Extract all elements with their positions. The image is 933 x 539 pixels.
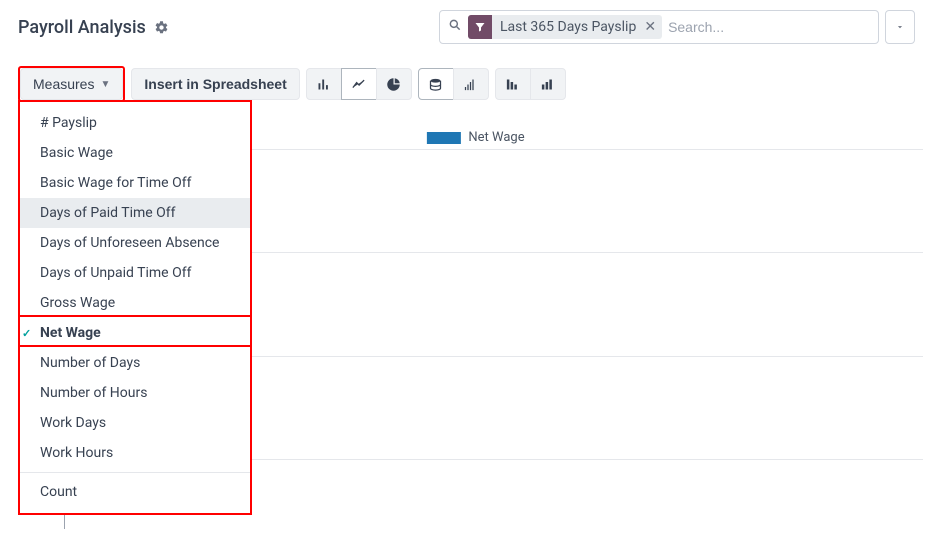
close-icon[interactable]: ✕: [644, 19, 662, 35]
measure-option-label: Work Days: [34, 415, 106, 431]
measures-label: Measures: [33, 76, 94, 92]
measure-option-label: Basic Wage: [34, 145, 113, 161]
chart-legend[interactable]: Net Wage: [426, 130, 524, 145]
title-wrap: Payroll Analysis: [18, 17, 169, 38]
measures-button[interactable]: Measures ▼: [20, 68, 123, 100]
measure-option[interactable]: Number of Days: [20, 348, 250, 378]
measure-option[interactable]: Basic Wage for Time Off: [20, 168, 250, 198]
search-options-button[interactable]: [885, 10, 915, 44]
filter-chip: Last 365 Days Payslip ✕: [468, 15, 662, 39]
measure-option[interactable]: Days of Paid Time Off: [20, 198, 250, 228]
gear-icon[interactable]: [154, 20, 169, 35]
legend-swatch: [426, 132, 460, 144]
measure-option-label: Work Hours: [34, 445, 113, 461]
measure-option[interactable]: Basic Wage: [20, 138, 250, 168]
measure-option[interactable]: Gross Wage: [20, 288, 250, 318]
measure-option[interactable]: # Payslip: [20, 108, 250, 138]
search-bar[interactable]: Last 365 Days Payslip ✕: [439, 10, 879, 44]
measure-option-label: Days of Unpaid Time Off: [34, 265, 191, 281]
sort-asc-button[interactable]: [530, 68, 566, 100]
measure-option-label: Number of Hours: [34, 385, 147, 401]
measure-option-label: Days of Paid Time Off: [34, 205, 176, 221]
pie-chart-button[interactable]: [376, 68, 412, 100]
cumulative-button[interactable]: [453, 68, 489, 100]
measure-option-count[interactable]: Count: [20, 477, 250, 507]
search-wrap: Last 365 Days Payslip ✕: [439, 10, 915, 44]
header: Payroll Analysis Last 365 Days Payslip ✕: [0, 0, 933, 52]
bar-chart-button[interactable]: [306, 68, 342, 100]
sort-group: [495, 68, 566, 100]
sort-desc-button[interactable]: [495, 68, 531, 100]
measure-option[interactable]: Days of Unpaid Time Off: [20, 258, 250, 288]
funnel-icon: [468, 15, 492, 39]
dropdown-separator: [20, 472, 250, 473]
search-icon: [448, 18, 462, 36]
filter-chip-label: Last 365 Days Payslip: [492, 19, 644, 35]
stacked-button[interactable]: [418, 68, 454, 100]
measures-dropdown: # Payslip Basic Wage Basic Wage for Time O…: [18, 100, 252, 515]
insert-spreadsheet-button[interactable]: Insert in Spreadsheet: [131, 68, 299, 100]
measure-option-label: Days of Unforeseen Absence: [34, 235, 219, 251]
measure-option[interactable]: Work Hours: [20, 438, 250, 468]
check-icon: ✓: [22, 327, 31, 340]
measure-option[interactable]: Days of Unforeseen Absence: [20, 228, 250, 258]
search-input[interactable]: [668, 19, 874, 35]
measure-option[interactable]: ✓Net Wage: [20, 318, 250, 348]
measure-option-label: Net Wage: [34, 325, 101, 341]
measure-option-label: Gross Wage: [34, 295, 115, 311]
measure-option[interactable]: Number of Hours: [20, 378, 250, 408]
stack-group: [418, 68, 489, 100]
measure-option-label: Number of Days: [34, 355, 140, 371]
insert-spreadsheet-label: Insert in Spreadsheet: [144, 76, 286, 92]
caret-down-icon: ▼: [100, 79, 110, 90]
measure-option-label: Basic Wage for Time Off: [34, 175, 191, 191]
line-chart-button[interactable]: [341, 68, 377, 100]
measure-option[interactable]: Work Days: [20, 408, 250, 438]
chart-type-group: [306, 68, 412, 100]
page-title: Payroll Analysis: [18, 17, 146, 38]
measure-option-label: # Payslip: [34, 115, 97, 131]
measure-option-label: Count: [34, 484, 77, 500]
legend-label: Net Wage: [468, 130, 524, 145]
